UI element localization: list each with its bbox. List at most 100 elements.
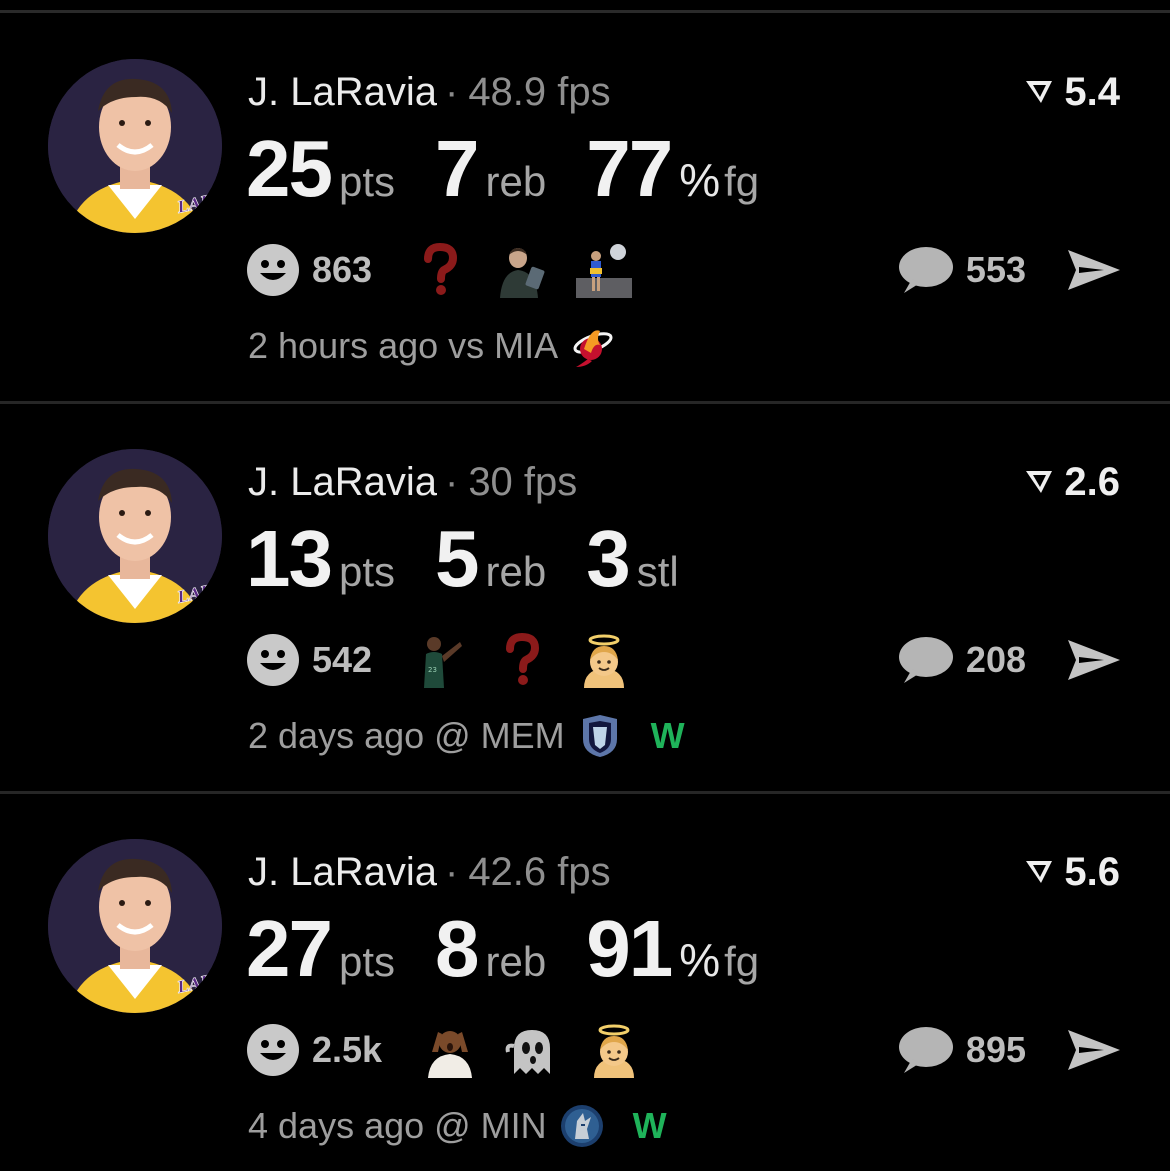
- comment-bubble-icon[interactable]: [898, 1025, 954, 1075]
- stat-value: 5: [435, 514, 479, 603]
- separator: ·: [444, 460, 459, 504]
- comment-count[interactable]: 895: [966, 1029, 1026, 1071]
- stat-points: 13 pts: [246, 516, 395, 602]
- fps-value: 48.9 fps: [468, 70, 611, 114]
- stat-unit: pts: [338, 548, 396, 595]
- game-post[interactable]: LAKERS J. LaRavia · 48.9 fps 5.4 25 pts 7 re…: [0, 14, 1170, 404]
- comment-bubble-icon[interactable]: [898, 245, 954, 295]
- shocked-man-sticker: [422, 1022, 478, 1078]
- game-feed: LAKERS J. LaRavia · 48.9 fps 5.4 25 pts 7 re…: [0, 0, 1170, 1171]
- player-avatar[interactable]: LAKERS: [48, 59, 222, 233]
- rating-arrow-icon: [1026, 861, 1053, 883]
- player-avatar[interactable]: LAKERS: [48, 839, 222, 1013]
- rating-value: 5.4: [1064, 70, 1120, 114]
- svg-text:23: 23: [428, 666, 437, 674]
- comment-count[interactable]: 553: [966, 249, 1026, 291]
- stat-rebounds: 8 reb: [435, 906, 546, 992]
- stat-unit: reb: [485, 938, 547, 985]
- player-name[interactable]: J. LaRavia: [248, 850, 437, 894]
- stat-value: 3: [586, 514, 630, 603]
- stat-value: 13: [246, 514, 333, 603]
- question-mark-icon: [412, 242, 468, 298]
- stat-value: 8: [435, 904, 479, 993]
- stat-value: 91: [586, 904, 673, 993]
- timberwolves-logo-icon: [560, 1105, 603, 1147]
- rating-score: 5.6: [1024, 848, 1120, 896]
- reaction-count[interactable]: 2.5k: [312, 1029, 382, 1071]
- question-mark-icon: [494, 632, 550, 688]
- stat-value: 27: [246, 904, 333, 993]
- divider: [0, 10, 1170, 13]
- game-info: 2 hours ago vs MIA: [248, 322, 644, 370]
- rating-value: 5.6: [1064, 850, 1120, 894]
- rating-arrow-icon: [1026, 81, 1053, 103]
- game-time: 4 days ago @ MIN: [248, 1105, 547, 1146]
- stat-unit-wrap: %fg: [679, 153, 759, 207]
- send-icon[interactable]: [1066, 246, 1122, 294]
- game-post[interactable]: LAKERS J. LaRavia · 30 fps 2.6 13 pts 5 reb …: [0, 404, 1170, 794]
- player-name[interactable]: J. LaRavia: [248, 70, 437, 114]
- fps-value: 30 fps: [468, 460, 578, 504]
- stat-fg-percent: 77 %fg: [586, 126, 759, 212]
- game-time: 2 hours ago vs MIA: [248, 325, 559, 366]
- game-info: 2 days ago @ MEM W: [248, 712, 685, 760]
- stat-unit: reb: [485, 548, 547, 595]
- stat-unit: pts: [338, 938, 396, 985]
- reaction-count[interactable]: 863: [312, 249, 372, 291]
- heat-logo-icon: [573, 330, 613, 367]
- send-icon[interactable]: [1066, 1026, 1122, 1074]
- separator: ·: [444, 70, 459, 114]
- grizzlies-logo-icon: [582, 715, 617, 757]
- post-header: J. LaRavia · 42.6 fps: [248, 848, 611, 896]
- comment-count[interactable]: 208: [966, 639, 1026, 681]
- smile-reaction-icon[interactable]: [246, 243, 300, 297]
- stat-value: 25: [246, 124, 333, 213]
- stat-unit: reb: [485, 158, 547, 205]
- separator: ·: [444, 850, 459, 894]
- stat-line: 25 pts 7 reb 77 %fg: [246, 126, 799, 212]
- stat-unit: fg: [724, 938, 760, 985]
- stat-value: 77: [586, 124, 673, 213]
- post-header: J. LaRavia · 48.9 fps: [248, 68, 611, 116]
- comment-bar: 895: [898, 1022, 1122, 1078]
- rating-score: 2.6: [1024, 458, 1120, 506]
- reaction-count[interactable]: 542: [312, 639, 372, 681]
- game-post[interactable]: LAKERS J. LaRavia · 42.6 fps 5.6 27 pts 8 re…: [0, 794, 1170, 1171]
- game-result: W: [632, 1105, 667, 1146]
- stat-steals: 3 stl: [586, 516, 679, 602]
- game-result: W: [650, 715, 685, 756]
- player-name[interactable]: J. LaRavia: [248, 460, 437, 504]
- rating-score: 5.4: [1024, 68, 1120, 116]
- ghost-icon: [504, 1022, 560, 1078]
- stat-value: 7: [435, 124, 479, 213]
- stat-unit-wrap: %fg: [679, 933, 759, 987]
- stat-points: 25 pts: [246, 126, 395, 212]
- game-info: 4 days ago @ MIN W: [248, 1102, 667, 1150]
- smile-reaction-icon[interactable]: [246, 1023, 300, 1077]
- stat-unit: stl: [636, 548, 679, 595]
- fps-value: 42.6 fps: [468, 850, 611, 894]
- stat-points: 27 pts: [246, 906, 395, 992]
- comment-bubble-icon[interactable]: [898, 635, 954, 685]
- angel-face-icon: [586, 1022, 642, 1078]
- player-avatar[interactable]: LAKERS: [48, 449, 222, 623]
- stat-rebounds: 5 reb: [435, 516, 546, 602]
- stat-fg-percent: 91 %fg: [586, 906, 759, 992]
- comment-bar: 553: [898, 242, 1122, 298]
- player-moon-sticker: [576, 242, 633, 298]
- stat-line: 13 pts 5 reb 3 stl: [246, 516, 719, 602]
- send-icon[interactable]: [1066, 636, 1122, 684]
- smile-reaction-icon[interactable]: [246, 633, 300, 687]
- stat-unit: fg: [724, 158, 760, 205]
- stat-rebounds: 7 reb: [435, 126, 546, 212]
- reaction-bar: 2.5k: [246, 1022, 668, 1078]
- reaction-bar: 863: [246, 242, 658, 298]
- percent-sign: %: [679, 934, 721, 986]
- angel-face-icon: [576, 632, 632, 688]
- player-celebration-sticker: 23: [412, 632, 468, 688]
- post-header: J. LaRavia · 30 fps: [248, 458, 577, 506]
- stat-line: 27 pts 8 reb 91 %fg: [246, 906, 799, 992]
- man-on-phone-sticker: [494, 242, 550, 298]
- rating-value: 2.6: [1064, 460, 1120, 504]
- rating-arrow-icon: [1026, 471, 1053, 493]
